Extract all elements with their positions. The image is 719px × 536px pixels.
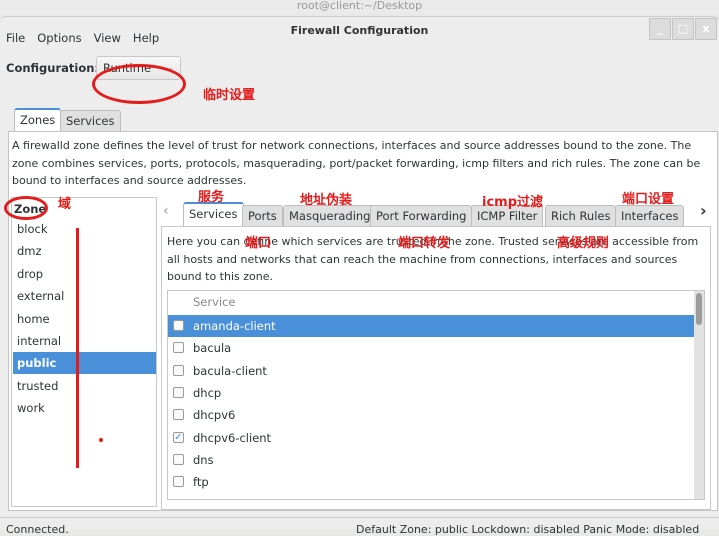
menu-options[interactable]: Options [37,31,81,45]
service-name: dhcpv6 [193,408,236,422]
service-checkbox[interactable] [173,320,184,331]
menu-bar: File Options View Help [6,31,159,45]
service-checkbox-checked[interactable]: ✓ [173,432,184,443]
service-name: high-availability [193,494,285,499]
zone-item-internal[interactable]: internal [13,330,156,352]
service-row[interactable]: bacula [168,337,694,359]
service-row[interactable]: bacula-client [168,360,694,382]
minimize-button[interactable]: _ [649,18,671,40]
menu-help[interactable]: Help [133,31,159,45]
subtab-services[interactable]: Services [183,202,244,226]
annotation-services: 服务 [198,190,225,205]
subtab-masquerading[interactable]: Masquerading [283,205,377,227]
service-row[interactable]: dhcp [168,382,694,404]
subtab-interfaces[interactable]: Interfaces [615,205,685,227]
annotation-stroke [76,228,79,468]
service-checkbox[interactable] [173,409,184,420]
annotation-icmp: icmp过滤 [482,195,544,210]
chevron-right-icon[interactable]: › [700,201,707,220]
service-checkbox[interactable] [173,342,184,353]
service-checkbox[interactable] [173,365,184,376]
zone-item-work[interactable]: work [13,397,156,419]
annotation-interfaces: 端口设置 [622,192,675,207]
service-name: bacula-client [193,364,267,378]
service-header[interactable]: Service [168,291,694,313]
service-checkbox[interactable] [173,476,184,487]
service-name: dhcp [193,386,222,400]
desktop-window-title: root@client:~/Desktop [0,0,719,14]
zones-description: A firewalld zone defines the level of tr… [12,139,701,187]
service-name: amanda-client [193,319,276,333]
service-row[interactable]: amanda-client [168,315,694,337]
zone-list: Zone block dmz drop external home intern… [11,197,157,507]
maximize-button[interactable]: □ [672,18,694,40]
tab-services[interactable]: Services [60,110,121,132]
zone-item-external[interactable]: external [13,285,156,307]
zone-item-public[interactable]: public [13,352,156,374]
service-name: dhcpv6-client [193,431,272,445]
scrollbar-thumb[interactable] [696,293,702,325]
service-row[interactable]: ✓ dhcpv6-client [168,427,694,449]
subtab-rich-rules[interactable]: Rich Rules [545,205,617,227]
zone-item-block[interactable]: block [13,218,156,240]
service-row[interactable]: ftp [168,471,694,493]
annotation-ports: 端口 [245,236,272,251]
service-checkbox[interactable] [173,454,184,465]
service-name: bacula [193,341,232,355]
status-bar: Connected. Default Zone: public Lockdown… [0,517,719,536]
zone-item-trusted[interactable]: trusted [13,375,156,397]
tab-zones[interactable]: Zones [14,108,62,132]
close-button[interactable]: x [695,18,717,40]
service-checkbox[interactable] [173,499,184,500]
service-checkbox[interactable] [173,387,184,398]
service-name: dns [193,453,214,467]
menu-view[interactable]: View [94,31,121,45]
annotation-port-forwarding: 端口转发 [398,236,451,251]
annotation-masquerading: 地址伪装 [300,193,353,208]
zone-item-drop[interactable]: drop [13,263,156,285]
service-list: Service amanda-client bacula bacula-clie… [167,290,705,500]
annotation-dot [99,438,103,442]
subtab-ports[interactable]: Ports [242,205,283,227]
annotation-zone: 域 [58,197,72,212]
service-header-label: Service [193,295,236,309]
service-row[interactable]: high-availability [168,494,694,500]
service-row[interactable]: dhcpv6 [168,404,694,426]
annotation-ellipse [92,64,186,104]
annotation-rich-rules: 高级规则 [557,236,610,251]
annotation-ellipse [4,196,48,220]
annotation-runtime: 临时设置 [203,88,256,103]
configuration-label: Configuration: [6,61,100,75]
service-name: ftp [193,475,209,489]
zone-item-home[interactable]: home [13,308,156,330]
zone-item-dmz[interactable]: dmz [13,240,156,262]
chevron-left-icon[interactable]: ‹ [163,203,169,219]
subtab-port-forwarding[interactable]: Port Forwarding [370,205,473,227]
menu-file[interactable]: File [6,31,25,45]
service-row[interactable]: dns [168,449,694,471]
